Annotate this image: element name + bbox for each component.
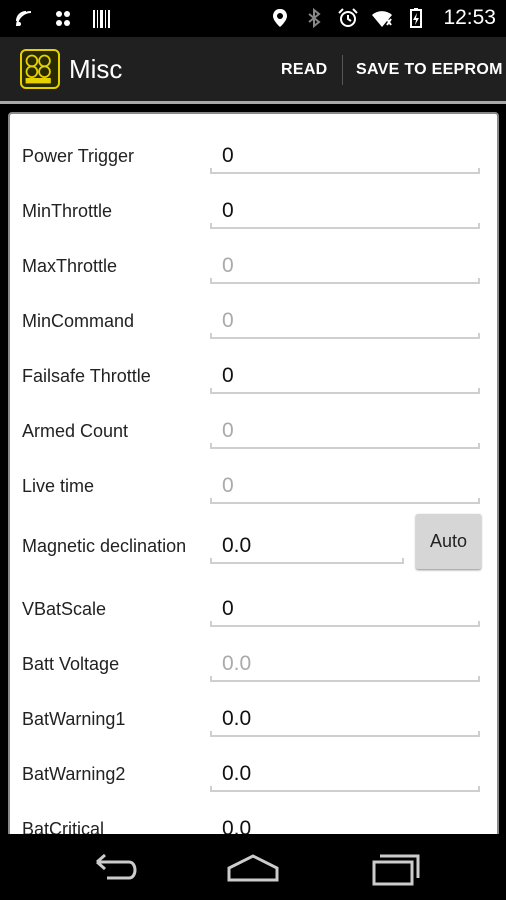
location-icon bbox=[273, 9, 288, 27]
field-label: Failsafe Throttle bbox=[22, 366, 151, 386]
row-min-throttle: MinThrottle 0 bbox=[10, 179, 497, 234]
back-icon[interactable] bbox=[83, 848, 143, 888]
batt-voltage-input: 0.0 bbox=[210, 644, 480, 682]
min-throttle-input[interactable]: 0 bbox=[210, 191, 480, 229]
status-bar: 12:53 bbox=[0, 0, 506, 37]
page-title: Misc bbox=[69, 54, 123, 84]
action-divider bbox=[342, 55, 343, 85]
field-value: 0 bbox=[222, 597, 234, 620]
settings-panel: Power Trigger 0 MinThrottle 0 MaxThrottl… bbox=[8, 112, 499, 852]
row-failsafe-throttle: Failsafe Throttle 0 bbox=[10, 344, 497, 399]
failsafe-throttle-input[interactable]: 0 bbox=[210, 356, 480, 394]
row-min-command: MinCommand 0 bbox=[10, 289, 497, 344]
field-value: 0 bbox=[222, 144, 234, 167]
field-label: MinThrottle bbox=[22, 201, 113, 221]
row-power-trigger: Power Trigger 0 bbox=[10, 124, 497, 179]
read-button[interactable]: READ bbox=[281, 61, 328, 79]
min-command-input: 0 bbox=[210, 301, 480, 339]
power-trigger-input[interactable]: 0 bbox=[210, 136, 480, 174]
field-value: 0.0 bbox=[222, 762, 252, 785]
field-value: 0.0 bbox=[222, 707, 252, 730]
app-logo-icon[interactable] bbox=[20, 49, 60, 89]
alarm-icon bbox=[338, 8, 359, 27]
signal-wave-icon bbox=[16, 11, 32, 27]
field-value: 0 bbox=[222, 199, 234, 222]
row-bat-warning1: BatWarning1 0.0 bbox=[10, 687, 497, 742]
row-vbat-scale: VBatScale 0 bbox=[10, 577, 497, 632]
bluetooth-icon bbox=[308, 7, 322, 29]
magnetic-declination-input[interactable]: 0.0 bbox=[210, 526, 404, 564]
field-value: 0.0 bbox=[222, 534, 252, 557]
content-area: Power Trigger 0 MinThrottle 0 MaxThrottl… bbox=[0, 104, 506, 852]
armed-count-input: 0 bbox=[210, 411, 480, 449]
recent-apps-icon[interactable] bbox=[366, 848, 426, 888]
bat-warning2-input[interactable]: 0.0 bbox=[210, 754, 480, 792]
field-value: 0.0 bbox=[222, 652, 252, 675]
field-value: 0 bbox=[222, 364, 234, 387]
field-label: VBatScale bbox=[22, 599, 107, 619]
auto-button[interactable]: Auto bbox=[416, 514, 481, 569]
barcode-icon bbox=[93, 10, 110, 28]
row-max-throttle: MaxThrottle 0 bbox=[10, 234, 497, 289]
field-label: Armed Count bbox=[22, 421, 129, 441]
recycle-icon bbox=[56, 11, 70, 26]
wifi-icon bbox=[372, 11, 393, 27]
battery-icon bbox=[410, 8, 423, 28]
field-value: 0 bbox=[222, 309, 234, 332]
field-value: 0 bbox=[222, 419, 234, 442]
action-bar: Misc READ SAVE TO EEPROM bbox=[0, 37, 506, 104]
field-value: 0 bbox=[222, 254, 234, 277]
field-label: Live time bbox=[22, 476, 95, 496]
field-label: MaxThrottle bbox=[22, 256, 118, 276]
vbat-scale-input[interactable]: 0 bbox=[210, 589, 480, 627]
bat-warning1-input[interactable]: 0.0 bbox=[210, 699, 480, 737]
home-icon[interactable] bbox=[223, 848, 283, 888]
field-value: 0 bbox=[222, 474, 234, 497]
field-label: Batt Voltage bbox=[22, 654, 120, 674]
row-live-time: Live time 0 bbox=[10, 454, 497, 509]
field-label: Power Trigger bbox=[22, 146, 135, 166]
row-batt-voltage: Batt Voltage 0.0 bbox=[10, 632, 497, 687]
field-label: BatWarning2 bbox=[22, 764, 126, 784]
save-to-eeprom-button[interactable]: SAVE TO EEPROM bbox=[356, 61, 503, 79]
live-time-input: 0 bbox=[210, 466, 480, 504]
field-label: BatWarning1 bbox=[22, 709, 126, 729]
field-label: Magnetic declination bbox=[22, 536, 187, 556]
status-clock: 12:53 bbox=[443, 6, 496, 29]
row-armed-count: Armed Count 0 bbox=[10, 399, 497, 454]
navigation-bar bbox=[0, 834, 506, 900]
row-bat-warning2: BatWarning2 0.0 bbox=[10, 742, 497, 797]
field-label: MinCommand bbox=[22, 311, 135, 331]
max-throttle-input: 0 bbox=[210, 246, 480, 284]
